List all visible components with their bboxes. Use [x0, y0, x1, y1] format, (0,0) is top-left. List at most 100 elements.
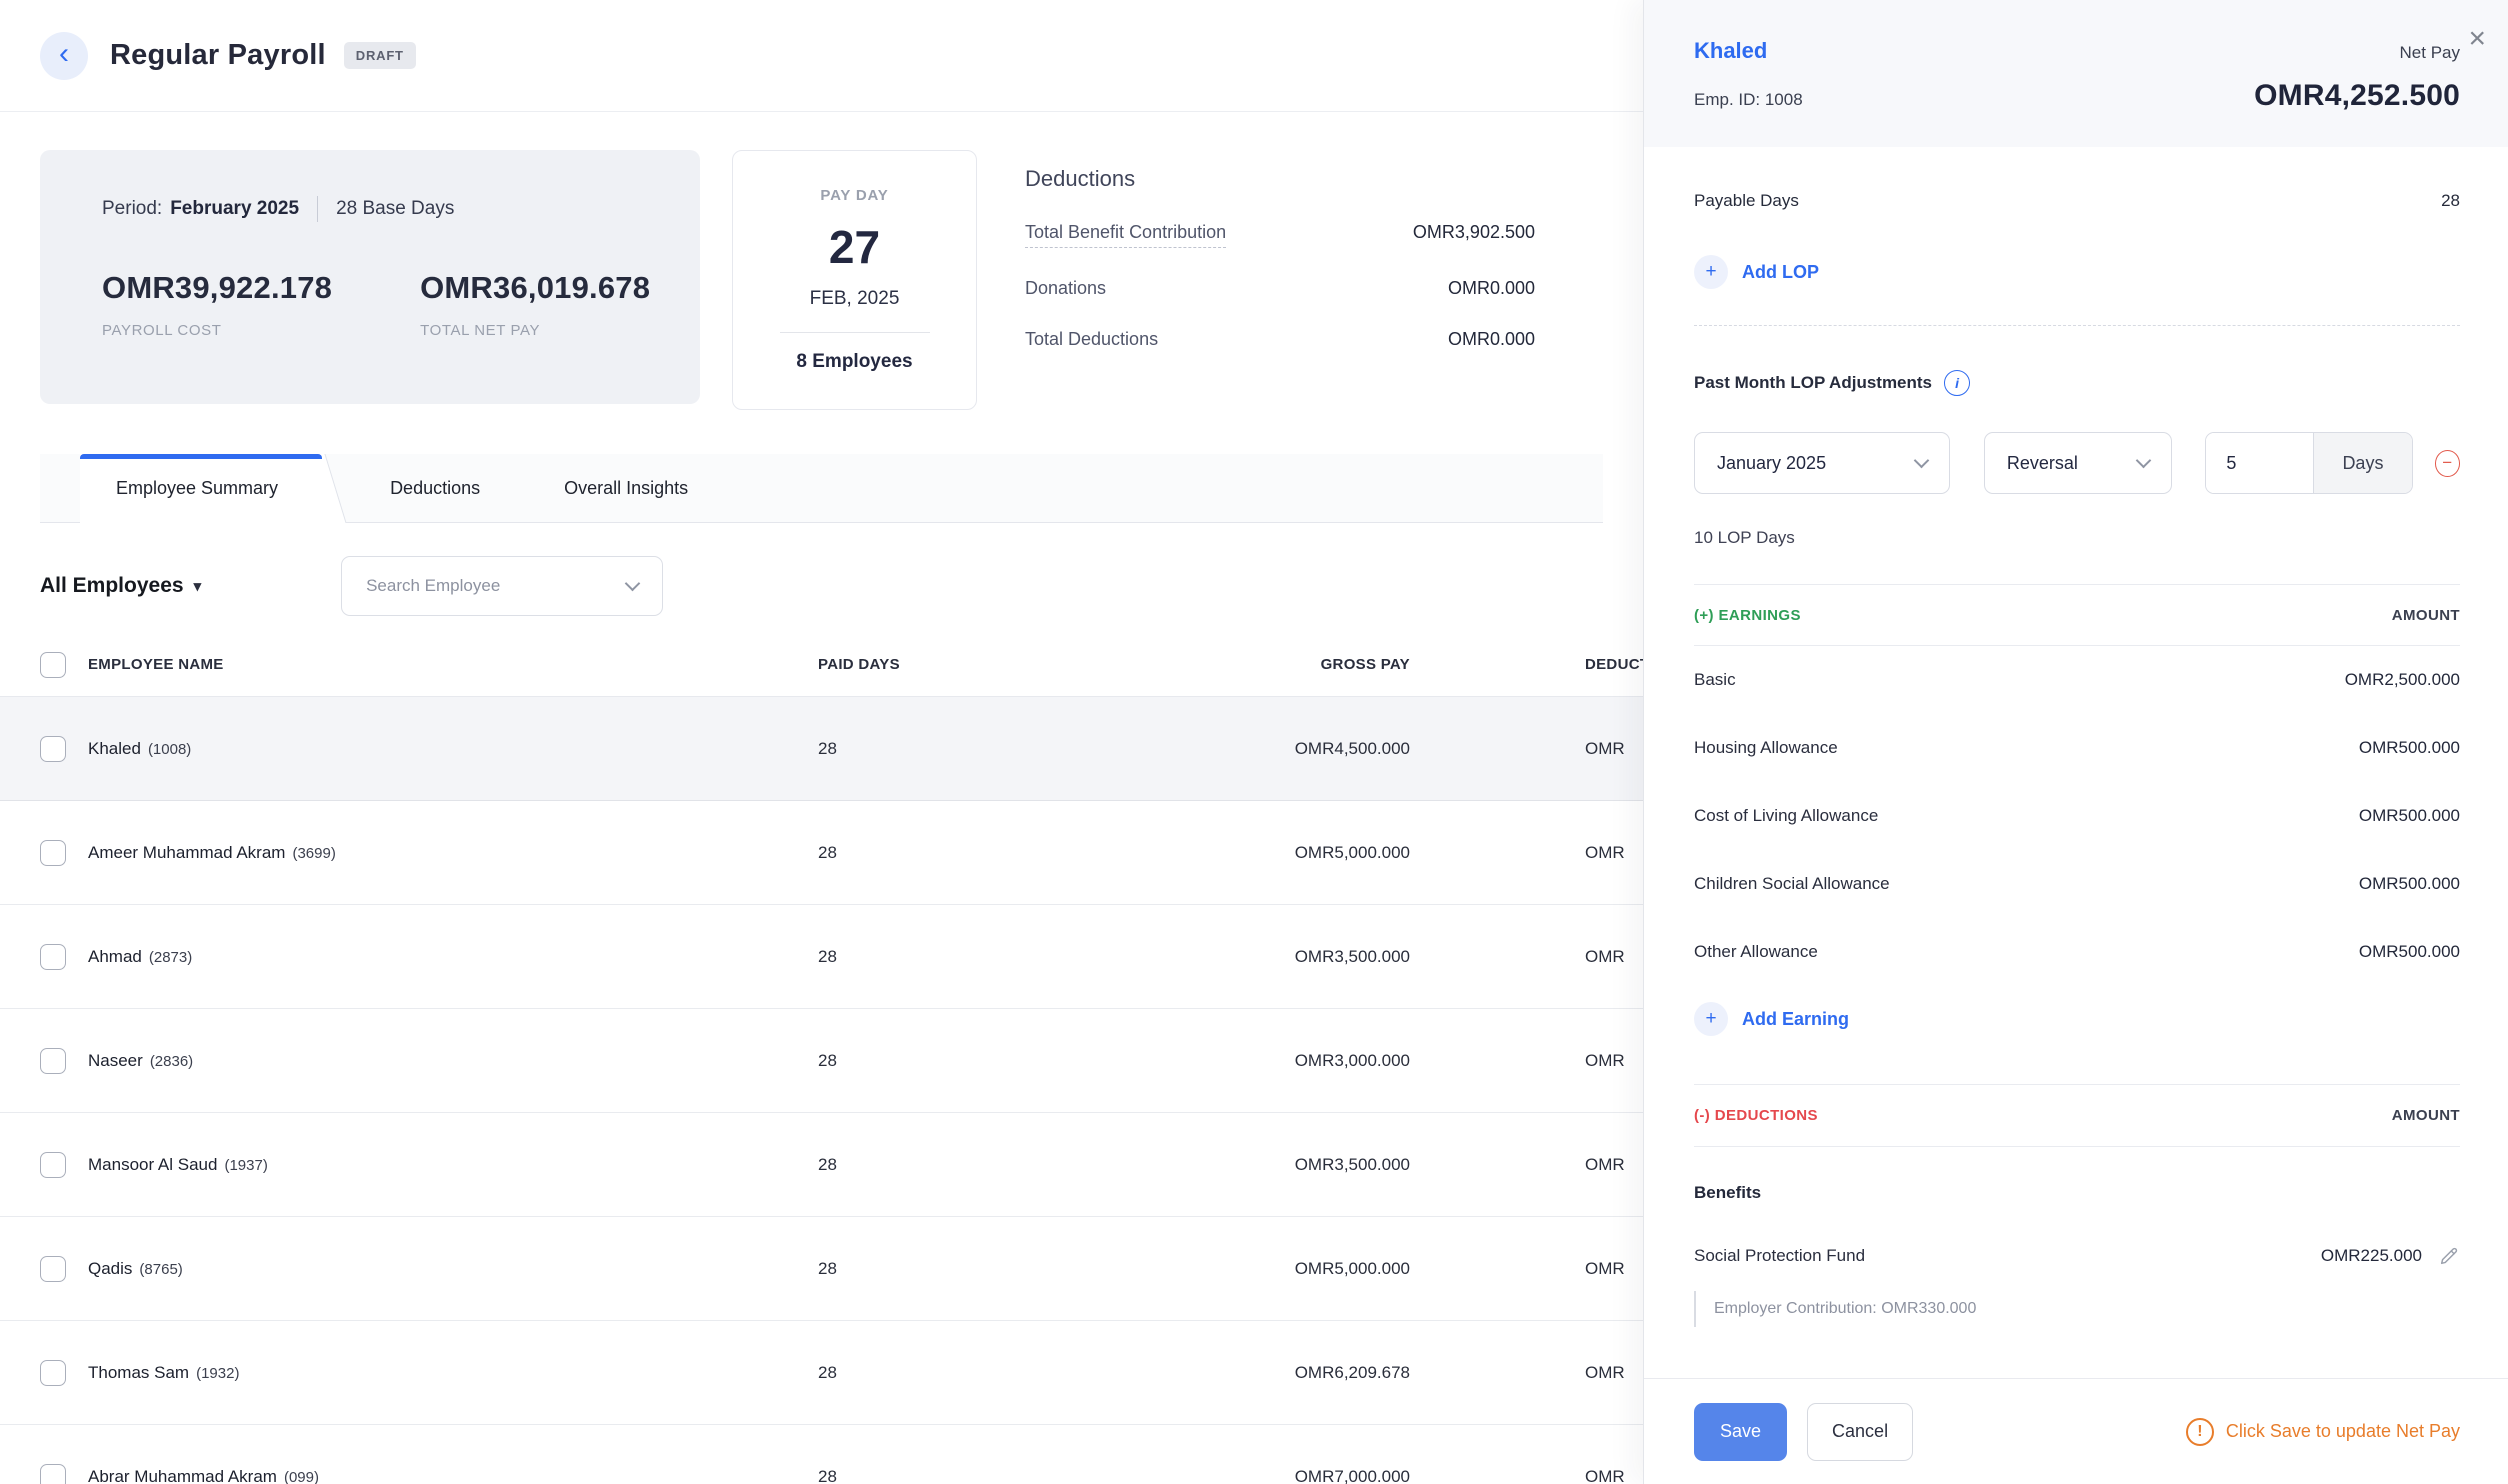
add-lop-button[interactable]: + Add LOP [1694, 255, 1819, 289]
paid-days-cell: 28 [798, 1363, 998, 1383]
lop-controls-row: January 2025 Reversal Days − [1694, 432, 2460, 494]
paid-days-cell: 28 [798, 1051, 998, 1071]
row-checkbox[interactable] [40, 1464, 66, 1484]
payable-days-value: 28 [2441, 191, 2460, 211]
lop-month-select[interactable]: January 2025 [1694, 432, 1950, 494]
employee-id: (8765) [139, 1261, 182, 1278]
summary-amounts: OMR39,922.178 PAYROLL COST OMR36,019.678… [102, 270, 660, 339]
paid-days-cell: 28 [798, 1467, 998, 1484]
earning-item: Housing Allowance OMR500.000 [1694, 714, 2460, 782]
tab-deductions[interactable]: Deductions [348, 454, 522, 522]
row-checkbox[interactable] [40, 1152, 66, 1178]
earning-item: Other Allowance OMR500.000 [1694, 918, 2460, 986]
active-tab-indicator [80, 454, 322, 459]
row-checkbox[interactable] [40, 736, 66, 762]
table-row[interactable]: Qadis(8765) 28 OMR5,000.000 OMR [0, 1217, 1643, 1321]
table-row[interactable]: Naseer(2836) 28 OMR3,000.000 OMR [0, 1009, 1643, 1113]
col-deductions: DEDUCTIONS [1410, 656, 1643, 673]
earnings-header-row: (+) EARNINGS AMOUNT [1694, 584, 2460, 646]
employee-id: (2873) [149, 949, 192, 966]
paid-days-cell: 28 [798, 1155, 998, 1175]
main-content: Period: February 2025 28 Base Days OMR39… [0, 150, 1643, 617]
donations-label: Donations [1025, 278, 1106, 299]
row-checkbox[interactable] [40, 944, 66, 970]
earning-value: OMR500.000 [2359, 738, 2460, 758]
employee-name: Qadis [88, 1259, 132, 1278]
table-row[interactable]: Khaled(1008) 28 OMR4,500.000 OMR [0, 697, 1643, 801]
row-checkbox[interactable] [40, 1360, 66, 1386]
table-row[interactable]: Ahmad(2873) 28 OMR3,500.000 OMR [0, 905, 1643, 1009]
table-row[interactable]: Abrar Muhammad Akram(099) 28 OMR7,000.00… [0, 1425, 1643, 1484]
lop-days-input[interactable] [2206, 433, 2313, 493]
payable-days-row: Payable Days 28 [1694, 191, 2460, 211]
earning-item: Children Social Allowance OMR500.000 [1694, 850, 2460, 918]
plus-icon: + [1694, 1002, 1728, 1036]
table-header-row: EMPLOYEE NAME PAID DAYS GROSS PAY DEDUCT… [0, 633, 1643, 697]
chevron-down-icon [1914, 453, 1930, 469]
remove-lop-row-icon[interactable]: − [2435, 450, 2460, 477]
earning-value: OMR2,500.000 [2345, 670, 2460, 690]
close-icon[interactable]: × [2468, 24, 2486, 54]
payday-employee-count: 8 Employees [796, 351, 912, 373]
period-line: Period: February 2025 28 Base Days [102, 196, 660, 222]
table-row[interactable]: Thomas Sam(1932) 28 OMR6,209.678 OMR [0, 1321, 1643, 1425]
earning-label: Basic [1694, 667, 1736, 693]
col-employee-name: EMPLOYEE NAME [88, 656, 798, 673]
panel-employee-name[interactable]: Khaled [1694, 38, 1767, 64]
add-earning-button[interactable]: + Add Earning [1694, 1002, 1849, 1036]
employee-table: EMPLOYEE NAME PAID DAYS GROSS PAY DEDUCT… [0, 633, 1643, 1484]
earning-label: Other Allowance [1694, 939, 1818, 965]
edit-pencil-icon[interactable] [2438, 1245, 2460, 1267]
payroll-cost-block: OMR39,922.178 PAYROLL COST [102, 270, 332, 339]
deductions-cell: OMR [1410, 1259, 1643, 1279]
add-lop-label: Add LOP [1742, 262, 1819, 283]
employee-id: (2836) [150, 1053, 193, 1070]
employer-contribution-note: Employer Contribution: OMR330.000 [1694, 1291, 2460, 1326]
total-benefit-contribution-label[interactable]: Total Benefit Contribution [1025, 222, 1226, 248]
employee-name: Ahmad [88, 947, 142, 966]
save-button[interactable]: Save [1694, 1403, 1787, 1461]
lop-type-select[interactable]: Reversal [1984, 432, 2172, 494]
table-row[interactable]: Mansoor Al Saud(1937) 28 OMR3,500.000 OM… [0, 1113, 1643, 1217]
summary-row: Period: February 2025 28 Base Days OMR39… [40, 150, 1603, 410]
total-deductions-value: OMR0.000 [1448, 329, 1535, 350]
search-placeholder: Search Employee [366, 576, 500, 596]
period-label: Period: [102, 198, 162, 220]
total-net-pay-value: OMR36,019.678 [420, 270, 650, 306]
deductions-cell: OMR [1410, 1467, 1643, 1484]
employee-detail-panel: × Khaled Net Pay Emp. ID: 1008 OMR4,252.… [1643, 0, 2508, 1484]
row-checkbox[interactable] [40, 1256, 66, 1282]
table-row[interactable]: Ameer Muhammad Akram(3699) 28 OMR5,000.0… [0, 801, 1643, 905]
deductions-cell: OMR [1410, 1155, 1643, 1175]
select-all-checkbox[interactable] [40, 652, 66, 678]
filter-row: All Employees ▾ Search Employee [40, 555, 1603, 617]
lop-adjustments-title: Past Month LOP Adjustments [1694, 373, 1932, 393]
gross-pay-cell: OMR3,500.000 [998, 947, 1410, 967]
earning-item: Basic OMR2,500.000 [1694, 646, 2460, 714]
back-button[interactable]: ‹ [40, 32, 88, 80]
row-checkbox[interactable] [40, 1048, 66, 1074]
search-employee-select[interactable]: Search Employee [341, 556, 663, 616]
gross-pay-cell: OMR5,000.000 [998, 843, 1410, 863]
tab-employee-summary[interactable]: Employee Summary [80, 454, 314, 523]
total-net-pay-label: TOTAL NET PAY [420, 322, 650, 339]
page-header: ‹ Regular Payroll DRAFT [0, 0, 1643, 112]
employee-filter-dropdown[interactable]: All Employees ▾ [40, 574, 201, 598]
info-icon[interactable]: i [1944, 370, 1970, 396]
deductions-cell: OMR [1410, 947, 1643, 967]
payday-month-year: FEB, 2025 [810, 288, 900, 310]
tab-label: Employee Summary [116, 478, 278, 499]
tab-overall-insights[interactable]: Overall Insights [522, 454, 730, 522]
deduction-label: Social Protection Fund [1694, 1243, 1865, 1269]
cancel-button[interactable]: Cancel [1807, 1403, 1913, 1461]
total-deductions-label: Total Deductions [1025, 329, 1158, 350]
deductions-header-row: (-) DEDUCTIONS AMOUNT [1694, 1085, 2460, 1147]
tab-bar: Employee Summary Deductions Overall Insi… [40, 454, 1603, 523]
payday-day: 27 [829, 220, 880, 274]
earning-value: OMR500.000 [2359, 874, 2460, 894]
gross-pay-cell: OMR6,209.678 [998, 1363, 1410, 1383]
gross-pay-cell: OMR5,000.000 [998, 1259, 1410, 1279]
back-chevron-icon: ‹ [59, 39, 69, 69]
employee-id: (099) [284, 1469, 319, 1484]
row-checkbox[interactable] [40, 840, 66, 866]
